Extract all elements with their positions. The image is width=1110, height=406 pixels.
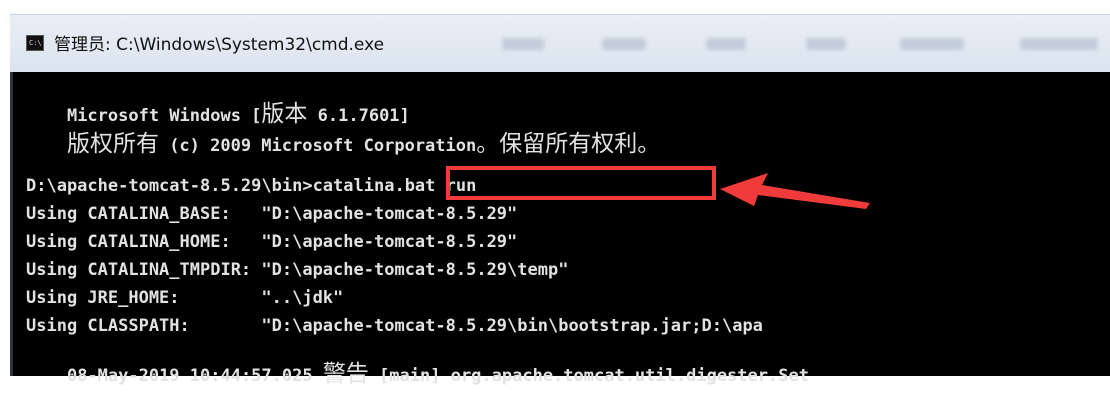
- console-line-4: D:\apache-tomcat-8.5.29\bin>catalina.bat…: [26, 176, 477, 196]
- blurred-menu-item: [900, 38, 964, 50]
- console-line-8: Using JRE_HOME: "..\jdk": [26, 288, 344, 308]
- console-line-5: Using CATALINA_BASE: "D:\apache-tomcat-8…: [26, 204, 518, 224]
- console-output[interactable]: Microsoft Windows [版本 6.1.7601] 版权所有 (c)…: [10, 72, 1110, 386]
- blurred-menu-item: [502, 38, 544, 50]
- command-highlight-box: [446, 166, 716, 200]
- blurred-menu-item: [1020, 38, 1098, 50]
- red-arrow-icon: [720, 173, 870, 209]
- console-line-7: Using CATALINA_TMPDIR: "D:\apache-tomcat…: [26, 260, 569, 280]
- blurred-menu-item: [602, 38, 646, 50]
- console-line-6: Using CATALINA_HOME: "D:\apache-tomcat-8…: [26, 232, 518, 252]
- console-line-10: 08-May-2019 10:44:57.025 警告 [main] org.a…: [66, 361, 809, 387]
- blurred-menu-item: [806, 38, 846, 50]
- console-line-9: Using CLASSPATH: "D:\apache-tomcat-8.5.2…: [26, 316, 763, 336]
- title-bar[interactable]: C:\ 管理员: C:\Windows\System32\cmd.exe: [10, 14, 1110, 73]
- blurred-menu-item: [706, 38, 746, 50]
- window-title: 管理员: C:\Windows\System32\cmd.exe: [54, 35, 385, 55]
- cmd-icon: C:\: [26, 35, 44, 51]
